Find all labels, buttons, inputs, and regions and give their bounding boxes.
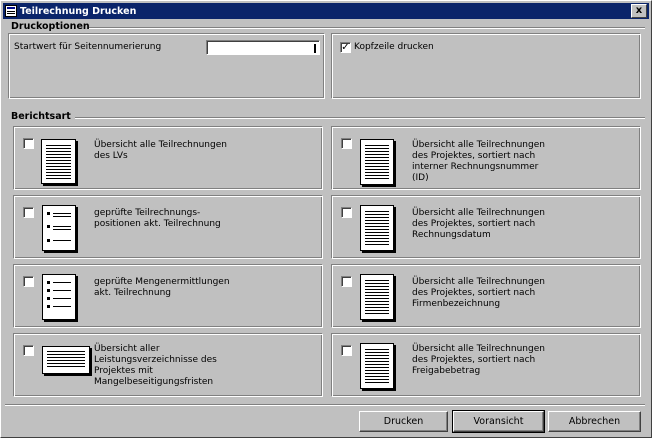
voransicht-button[interactable]: Voransicht bbox=[452, 410, 545, 433]
bericht-option-2[interactable]: Übersicht alle Teilrechnungen des Projek… bbox=[331, 126, 641, 190]
bericht-option-6[interactable]: Übersicht alle Teilrechnungen des Projek… bbox=[331, 264, 641, 328]
kopfzeile-label: Kopfzeile drucken bbox=[354, 42, 434, 52]
bericht-option-6-checkbox[interactable] bbox=[341, 276, 352, 287]
bericht-option-6-label: Übersicht alle Teilrechnungen des Projek… bbox=[412, 277, 545, 309]
bericht-option-3-checkbox[interactable] bbox=[23, 207, 34, 218]
bericht-option-5-checkbox[interactable] bbox=[23, 276, 34, 287]
bericht-option-4-checkbox[interactable] bbox=[341, 207, 352, 218]
bericht-option-7-checkbox[interactable] bbox=[23, 345, 34, 356]
bericht-option-4[interactable]: Übersicht alle Teilrechnungen des Projek… bbox=[331, 195, 641, 259]
footer-divider bbox=[5, 404, 645, 406]
bericht-option-8-checkbox[interactable] bbox=[341, 345, 352, 356]
startwert-frame: Startwert für Seitennumerierung bbox=[8, 33, 325, 99]
bericht-option-4-label: Übersicht alle Teilrechnungen des Projek… bbox=[412, 208, 545, 240]
startwert-input[interactable] bbox=[206, 40, 320, 55]
bericht-option-5-label: geprüfte Mengenermittlungen akt. Teilrec… bbox=[94, 277, 230, 298]
bericht-option-8[interactable]: Übersicht alle Teilrechnungen des Projek… bbox=[331, 333, 641, 397]
bericht-option-7[interactable]: Übersicht aller Leistungsverzeichnisse d… bbox=[13, 333, 323, 397]
bericht-option-5[interactable]: geprüfte Mengenermittlungen akt. Teilrec… bbox=[13, 264, 323, 328]
bericht-option-1-label: Übersicht alle Teilrechnungen des LVs bbox=[94, 140, 227, 161]
bericht-option-2-checkbox[interactable] bbox=[341, 138, 352, 149]
drucken-button[interactable]: Drucken bbox=[359, 411, 448, 432]
kopfzeile-checkbox[interactable]: ✓ bbox=[340, 42, 351, 53]
berichtsart-divider bbox=[75, 117, 645, 119]
document-lines-icon bbox=[360, 205, 394, 251]
bericht-option-3[interactable]: geprüfte Teilrechnungs- positionen akt. … bbox=[13, 195, 323, 259]
bericht-option-2-label: Übersicht alle Teilrechnungen des Projek… bbox=[412, 140, 545, 183]
kopfzeile-frame: ✓ Kopfzeile drucken bbox=[331, 33, 641, 99]
abbrechen-button[interactable]: Abbrechen bbox=[548, 411, 641, 432]
text-cursor-icon bbox=[314, 44, 316, 53]
document-lines-icon bbox=[360, 274, 394, 320]
document-lines-icon bbox=[360, 343, 394, 389]
document-list-icon bbox=[42, 274, 76, 320]
druckoptionen-divider bbox=[89, 27, 645, 29]
startwert-label: Startwert für Seitennumerierung bbox=[14, 42, 162, 52]
bericht-option-8-label: Übersicht alle Teilrechnungen des Projek… bbox=[412, 344, 545, 376]
title-bar: Teilrechnung Drucken x bbox=[3, 3, 649, 19]
bericht-option-3-label: geprüfte Teilrechnungs- positionen akt. … bbox=[94, 208, 221, 229]
dialog-window: Teilrechnung Drucken x Druckoptionen Sta… bbox=[0, 0, 652, 438]
bericht-option-1-checkbox[interactable] bbox=[23, 138, 34, 149]
report-icon bbox=[5, 5, 17, 17]
druckoptionen-heading: Druckoptionen bbox=[11, 21, 90, 32]
berichtsart-heading: Berichtsart bbox=[11, 111, 71, 122]
document-lines-icon bbox=[360, 139, 394, 185]
document-landscape-icon bbox=[42, 346, 90, 374]
window-title: Teilrechnung Drucken bbox=[20, 5, 137, 17]
bericht-option-1[interactable]: Übersicht alle Teilrechnungen des LVs bbox=[13, 126, 323, 190]
document-list-icon bbox=[42, 205, 76, 251]
close-button[interactable]: x bbox=[631, 4, 647, 18]
document-lines-icon bbox=[41, 139, 76, 184]
bericht-option-7-label: Übersicht aller Leistungsverzeichnisse d… bbox=[94, 344, 217, 387]
